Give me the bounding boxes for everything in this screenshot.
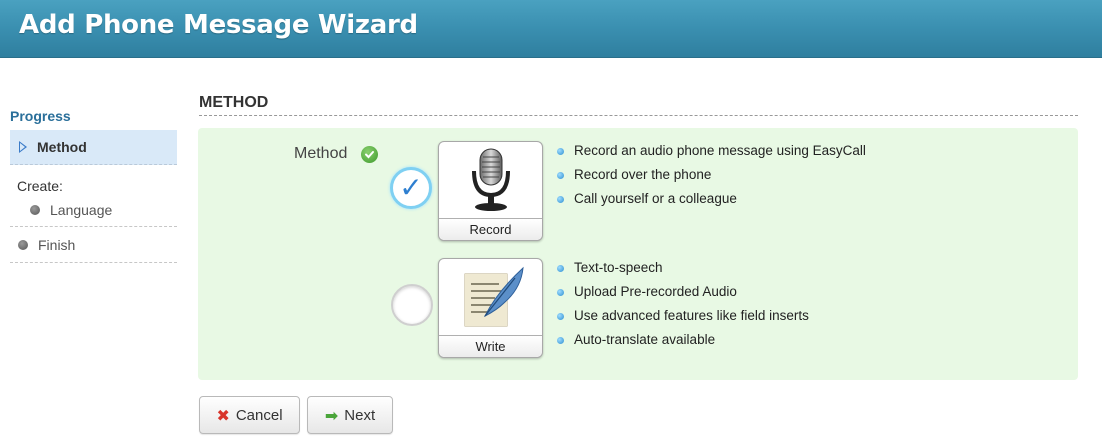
pending-step-dot-icon [18,239,28,250]
progress-sidebar: Progress Method Create: Language Finish [10,108,177,263]
list-item: Call yourself or a colleague [557,190,866,214]
card-label: Write [439,335,542,357]
list-item: Record an audio phone message using Easy… [557,142,866,166]
close-icon: ✖ [216,405,230,425]
record-feature-list: Record an audio phone message using Easy… [557,142,866,214]
arrow-right-icon: ➡ [324,405,339,425]
record-option-radio[interactable]: ✓ [390,167,432,209]
list-item: Text-to-speech [557,259,809,283]
method-field-label: Method [294,145,348,162]
record-option-card[interactable]: Record [438,141,543,241]
bullet-icon [557,196,564,203]
bullet-icon [557,289,564,296]
sidebar-step-label: Language [50,202,113,218]
checkmark-icon: ✓ [399,171,423,204]
write-feature-list: Text-to-speech Upload Pre-recorded Audio… [557,259,809,355]
current-step-arrow-icon [19,141,27,153]
quill-document-icon [439,259,542,335]
sidebar-step-label: Finish [38,236,76,253]
next-button-label: Next [344,406,376,424]
list-item: Auto-translate available [557,331,809,355]
create-group-label: Create: [17,178,63,194]
sidebar-step-language: Language [10,194,177,227]
bullet-icon [557,148,564,155]
card-label: Record [439,218,542,240]
bullet-icon [557,172,564,179]
bullet-icon [557,313,564,320]
sidebar-step-method[interactable]: Method [10,130,177,165]
sidebar-step-finish: Finish [10,227,177,263]
cancel-button[interactable]: ✖ Cancel [199,396,300,434]
list-item: Use advanced features like field inserts [557,307,809,331]
write-option-card[interactable]: Write [438,258,543,358]
write-option-radio[interactable] [391,284,433,326]
pending-step-dot-icon [30,205,40,215]
cancel-button-label: Cancel [235,406,283,424]
list-item: Record over the phone [557,166,866,190]
list-item: Upload Pre-recorded Audio [557,283,809,307]
progress-heading: Progress [10,108,71,124]
bullet-icon [557,337,564,344]
sidebar-step-label: Method [37,139,87,155]
title-bar: Add Phone Message Wizard [0,0,1102,58]
next-button[interactable]: ➡ Next [307,396,393,434]
bullet-icon [557,265,564,272]
valid-check-icon [361,146,378,163]
wizard-title: Add Phone Message Wizard [19,10,418,40]
section-title: METHOD [199,94,1078,116]
microphone-icon [439,142,542,218]
